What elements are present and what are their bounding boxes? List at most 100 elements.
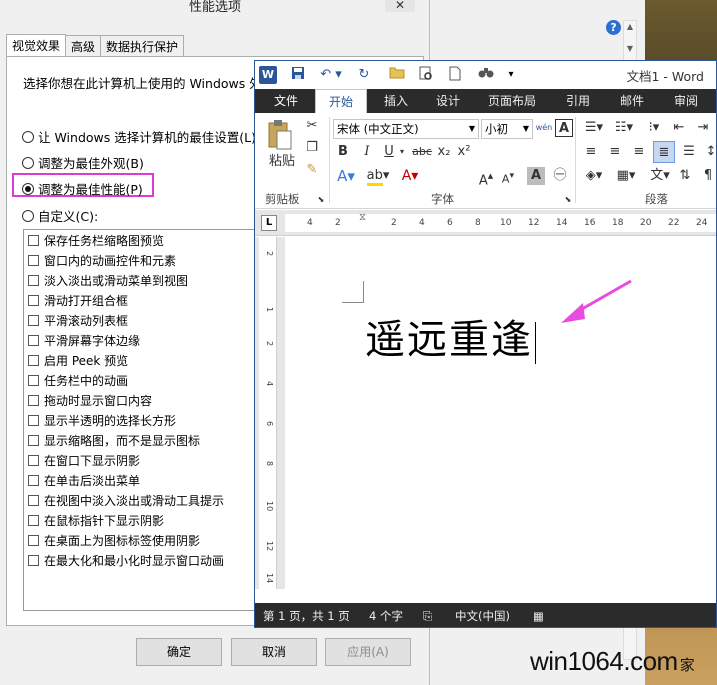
checkbox[interactable]	[28, 474, 39, 486]
find-binoculars-icon[interactable]	[477, 66, 495, 84]
radio-let-windows-choose[interactable]: 让 Windows 选择计算机的最佳设置(L)	[22, 127, 256, 146]
chevron-down-icon[interactable]: ▼	[469, 120, 475, 138]
tab-mailings[interactable]: 邮件	[609, 89, 655, 113]
list-item[interactable]: 保存任务栏缩略图预览	[24, 230, 258, 250]
list-item[interactable]: 在视图中淡入淡出或滑动工具提示	[24, 490, 258, 510]
line-spacing-icon[interactable]: ↕	[701, 143, 716, 161]
checkbox[interactable]	[28, 454, 39, 466]
tab-advanced[interactable]: 高级	[65, 35, 102, 56]
checkbox[interactable]	[28, 294, 39, 306]
checkbox[interactable]	[28, 334, 39, 346]
radio-best-appearance[interactable]: 调整为最佳外观(B)	[22, 153, 144, 172]
shading-icon[interactable]: ◈▾	[581, 167, 607, 185]
bold-button[interactable]: B	[335, 143, 351, 161]
bullets-icon[interactable]: ☰▾	[581, 119, 607, 137]
dialog-launcher-icon[interactable]: ⬊	[563, 191, 573, 209]
redo-icon[interactable]: ↻	[355, 66, 373, 84]
checkbox[interactable]	[28, 534, 39, 546]
horizontal-ruler[interactable]: L 4 2 ⧖ 2 4 6 8 10 12 14 16 18 20 22 24	[255, 210, 716, 236]
list-item[interactable]: 滑动打开组合框	[24, 290, 258, 310]
list-item[interactable]: 在最大化和最小化时显示窗口动画	[24, 550, 258, 570]
tab-insert[interactable]: 插入	[373, 89, 419, 113]
phonetic-guide-icon[interactable]: wén	[535, 119, 553, 137]
list-item[interactable]: 在桌面上为图标标签使用阴影	[24, 530, 258, 550]
superscript-button[interactable]: x²	[455, 143, 473, 161]
radio-circle[interactable]	[22, 130, 34, 143]
list-item[interactable]: 窗口内的动画控件和元素	[24, 250, 258, 270]
grow-font-icon[interactable]: A▴	[477, 167, 495, 188]
print-preview-icon[interactable]	[417, 66, 435, 84]
borders-icon[interactable]: ▦▾	[613, 167, 639, 185]
tab-data-execution-prevention[interactable]: 数据执行保护	[100, 35, 185, 56]
show-marks-icon[interactable]: ¶	[699, 167, 716, 185]
radio-custom[interactable]: 自定义(C):	[22, 206, 98, 225]
list-item[interactable]: 在窗口下显示阴影	[24, 450, 258, 470]
align-center-icon[interactable]: ≡	[605, 143, 625, 161]
highlight-color-icon[interactable]: ab▾	[365, 167, 391, 186]
numbering-icon[interactable]: ☷▾	[611, 119, 637, 137]
checkbox[interactable]	[28, 494, 39, 506]
format-painter-icon[interactable]: ✎	[303, 161, 321, 179]
enclose-characters-icon[interactable]: ㊀	[551, 167, 569, 185]
effects-checklist[interactable]: 保存任务栏缩略图预览 窗口内的动画控件和元素 淡入淡出或滑动菜单到视图 滑动打开…	[23, 229, 259, 611]
tab-visual-effects[interactable]: 视觉效果	[6, 34, 67, 57]
ok-button[interactable]: 确定	[136, 638, 222, 666]
list-item[interactable]: 显示缩略图，而不是显示图标	[24, 430, 258, 450]
checkbox[interactable]	[28, 394, 39, 406]
dialog-launcher-icon[interactable]: ⬊	[316, 191, 326, 209]
checkbox[interactable]	[28, 234, 39, 246]
subscript-button[interactable]: x₂	[435, 143, 453, 161]
paste-label[interactable]: 粘贴	[267, 153, 297, 171]
checkbox[interactable]	[28, 354, 39, 366]
scroll-down-arrow-icon[interactable]: ▼	[623, 42, 637, 56]
tab-file[interactable]: 文件	[261, 89, 311, 113]
radio-circle-selected[interactable]	[22, 182, 34, 195]
checkbox[interactable]	[28, 254, 39, 266]
word-count[interactable]: 4 个字	[369, 603, 403, 627]
list-item[interactable]: 拖动时显示窗口内容	[24, 390, 258, 410]
list-item[interactable]: 在单击后淡出菜单	[24, 470, 258, 490]
distributed-icon[interactable]: ☰	[679, 143, 699, 161]
multilevel-list-icon[interactable]: ⁝▾	[641, 119, 667, 137]
checkbox[interactable]	[28, 274, 39, 286]
tab-references[interactable]: 引用	[555, 89, 601, 113]
chevron-down-icon[interactable]: ▾	[397, 143, 407, 161]
list-item[interactable]: 显示半透明的选择长方形	[24, 410, 258, 430]
list-item[interactable]: 淡入淡出或滑动菜单到视图	[24, 270, 258, 290]
chinese-layout-icon[interactable]: 文▾	[649, 167, 671, 185]
proofing-icon[interactable]: ⎘	[423, 603, 432, 627]
tab-selector[interactable]: L	[261, 215, 277, 231]
character-border-icon[interactable]: A	[555, 119, 573, 137]
radio-circle[interactable]	[22, 156, 34, 169]
macro-record-icon[interactable]: ▦	[533, 603, 544, 627]
checkbox[interactable]	[28, 414, 39, 426]
list-item[interactable]: 启用 Peek 预览	[24, 350, 258, 370]
tab-design[interactable]: 设计	[425, 89, 471, 113]
help-icon[interactable]: ?	[606, 20, 621, 35]
checkbox[interactable]	[28, 554, 39, 566]
close-button[interactable]: ✕	[385, 0, 415, 12]
text-effects-icon[interactable]: A▾	[335, 167, 357, 185]
radio-best-performance[interactable]: 调整为最佳性能(P)	[22, 179, 143, 198]
list-item[interactable]: 任务栏中的动画	[24, 370, 258, 390]
list-item[interactable]: 平滑屏幕字体边缘	[24, 330, 258, 350]
tab-home[interactable]: 开始	[315, 89, 367, 113]
checkbox[interactable]	[28, 514, 39, 526]
indent-marker-icon[interactable]: ⧖	[359, 212, 366, 223]
underline-button[interactable]: U	[381, 143, 397, 161]
new-document-icon[interactable]	[447, 66, 463, 84]
character-shading-icon[interactable]: A	[527, 167, 545, 185]
document-page[interactable]: 遥远重逢	[285, 237, 716, 589]
apply-button[interactable]: 应用(A)	[325, 638, 411, 666]
save-icon[interactable]	[289, 66, 307, 84]
shrink-font-icon[interactable]: A▾	[499, 167, 517, 186]
decrease-indent-icon[interactable]: ⇤	[669, 119, 689, 137]
undo-icon[interactable]: ↶ ▾	[317, 66, 345, 84]
language-indicator[interactable]: 中文(中国)	[455, 603, 510, 627]
tab-page-layout[interactable]: 页面布局	[479, 89, 545, 113]
document-body-text[interactable]: 遥远重逢	[365, 307, 536, 365]
cut-icon[interactable]: ✂	[303, 117, 321, 135]
checkbox[interactable]	[28, 314, 39, 326]
tab-review[interactable]: 审阅	[663, 89, 709, 113]
customize-qat-icon[interactable]: ▾	[505, 66, 517, 84]
